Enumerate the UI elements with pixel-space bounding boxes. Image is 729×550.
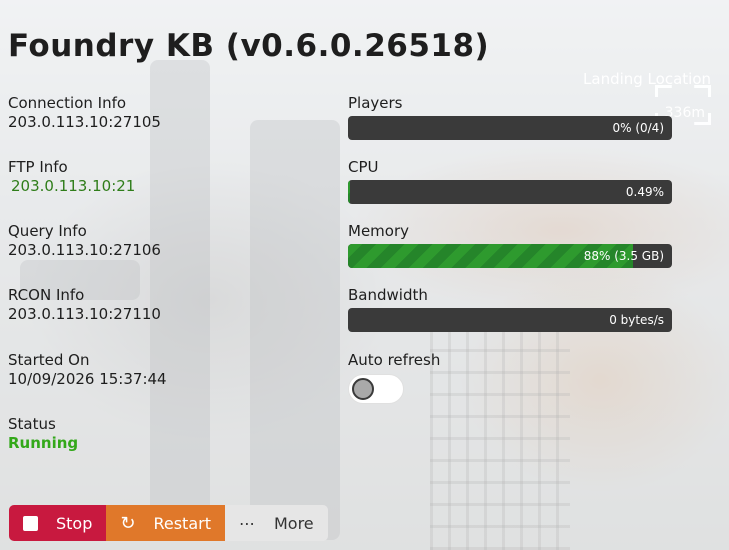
players-bar: 0% (0/4) — [348, 116, 672, 140]
bandwidth-label: Bandwidth — [348, 286, 428, 304]
status: Status Running — [8, 415, 78, 453]
stop-button-label: Stop — [56, 513, 93, 533]
bandwidth-bar: 0 bytes/s — [348, 308, 672, 332]
bandwidth-value: 0 bytes/s — [609, 313, 664, 327]
stop-icon — [23, 515, 38, 531]
ellipsis-icon: ⋯ — [238, 513, 256, 533]
memory-bar: 88% (3.5 GB) — [348, 244, 672, 268]
query-info: Query Info 203.0.113.10:27106 — [8, 222, 161, 260]
stop-button[interactable]: Stop — [9, 505, 107, 541]
landing-location-label: Landing Location — [583, 70, 711, 88]
more-button[interactable]: ⋯ More — [224, 505, 328, 541]
rcon-info-label: RCON Info — [8, 286, 85, 304]
rcon-info: RCON Info 203.0.113.10:27110 — [8, 286, 161, 324]
players-value: 0% (0/4) — [612, 121, 664, 135]
restart-icon: ↻ — [120, 512, 136, 534]
connection-info-label: Connection Info — [8, 94, 127, 112]
players-label: Players — [348, 94, 403, 112]
status-badge: Running — [8, 434, 79, 452]
ftp-info-label: FTP Info — [8, 158, 68, 176]
rcon-info-value: 203.0.113.10:27110 — [8, 305, 161, 323]
auto-refresh: Auto refresh — [348, 351, 672, 404]
ftp-info: FTP Info 203.0.113.10:21 — [8, 158, 135, 196]
auto-refresh-label: Auto refresh — [348, 351, 441, 369]
server-actions: Stop ↻ Restart ⋯ More — [9, 505, 328, 541]
more-button-label: More — [273, 513, 314, 533]
cpu-bar: 0.49% — [348, 180, 672, 204]
restart-button-label: Restart — [153, 513, 211, 533]
memory-value: 88% (3.5 GB) — [583, 249, 664, 263]
started-on: Started On 10/09/2026 15:37:44 — [8, 351, 167, 389]
players-stat: Players 0% (0/4) — [348, 94, 672, 140]
connection-info: Connection Info 203.0.113.10:27105 — [8, 94, 161, 132]
memory-label: Memory — [348, 222, 410, 240]
started-on-value: 10/09/2026 15:37:44 — [8, 370, 167, 388]
started-on-label: Started On — [8, 351, 90, 369]
toggle-knob — [352, 378, 374, 400]
restart-button[interactable]: ↻ Restart — [106, 505, 225, 541]
connection-info-value: 203.0.113.10:27105 — [8, 113, 161, 131]
ftp-info-value[interactable]: 203.0.113.10:21 — [8, 177, 135, 196]
cpu-bar-fill — [348, 180, 350, 204]
query-info-label: Query Info — [8, 222, 87, 240]
auto-refresh-toggle[interactable] — [348, 374, 404, 404]
query-info-value: 203.0.113.10:27106 — [8, 241, 161, 259]
bandwidth-stat: Bandwidth 0 bytes/s — [348, 286, 672, 332]
memory-stat: Memory 88% (3.5 GB) — [348, 222, 672, 268]
cpu-value: 0.49% — [625, 185, 664, 199]
page-title: Foundry KB (v0.6.0.26518) — [8, 28, 490, 64]
cpu-stat: CPU 0.49% — [348, 158, 672, 204]
status-label: Status — [8, 415, 56, 433]
cpu-label: CPU — [348, 158, 379, 176]
